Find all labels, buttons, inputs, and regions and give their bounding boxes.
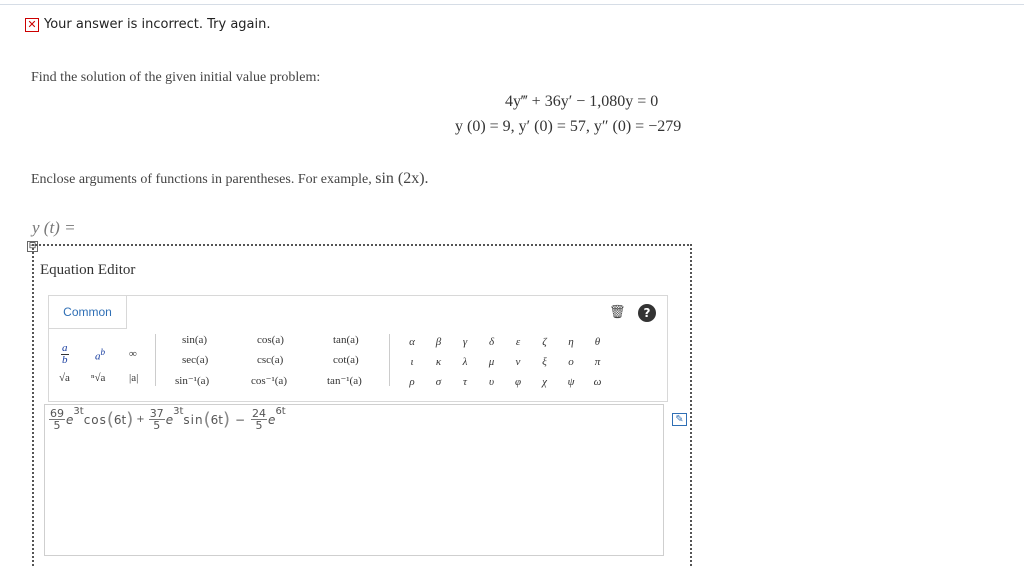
power-button[interactable]: ab bbox=[95, 347, 105, 363]
term2-function: sin bbox=[183, 412, 204, 427]
sin-button[interactable]: sin(a) bbox=[182, 334, 207, 346]
greek-letter-button[interactable]: γ bbox=[457, 336, 473, 348]
greek-letter-button[interactable]: η bbox=[563, 336, 579, 348]
greek-letter-button[interactable]: ψ bbox=[563, 376, 579, 388]
fraction-button[interactable]: ab bbox=[61, 343, 69, 366]
equation-editor: Equation Editor Common 🗑 ? ab ab ∞ √a ⁿ√… bbox=[32, 244, 692, 566]
tan-button[interactable]: tan(a) bbox=[333, 334, 359, 346]
format-note: Enclose arguments of functions in parent… bbox=[31, 170, 429, 188]
greek-letter-button[interactable]: α bbox=[404, 336, 420, 348]
help-icon[interactable]: ? bbox=[638, 304, 656, 322]
format-note-example: sin (2x). bbox=[375, 170, 429, 187]
greek-letter-button[interactable]: ι bbox=[404, 356, 420, 368]
status-text: Your answer is incorrect. Try again. bbox=[44, 17, 271, 32]
greek-letter-button[interactable]: ρ bbox=[404, 376, 420, 388]
paren-close: ) bbox=[222, 409, 230, 430]
term2-argument: 6t bbox=[210, 412, 223, 427]
term1-denominator: 5 bbox=[53, 419, 61, 432]
trash-icon[interactable]: 🗑 bbox=[609, 305, 626, 321]
palette-divider bbox=[389, 334, 390, 386]
paren-open: ( bbox=[203, 409, 211, 430]
nth-root-button[interactable]: ⁿ√a bbox=[91, 372, 105, 384]
fraction-denominator: b bbox=[62, 354, 68, 366]
minus-operator: − bbox=[234, 412, 246, 427]
square-root-button[interactable]: √a bbox=[59, 372, 70, 384]
greek-letter-button[interactable]: ε bbox=[510, 336, 526, 348]
term1-e: e bbox=[66, 412, 74, 427]
initial-conditions: y (0) = 9, y′ (0) = 57, y″ (0) = −279 bbox=[455, 118, 682, 135]
absolute-value-button[interactable]: |a| bbox=[129, 372, 138, 384]
greek-letter-button[interactable]: χ bbox=[537, 376, 553, 388]
greek-letter-button[interactable]: ο bbox=[563, 356, 579, 368]
greek-letter-button[interactable]: ξ bbox=[537, 356, 553, 368]
paren-close: ) bbox=[126, 409, 134, 430]
greek-letter-button[interactable]: ζ bbox=[537, 336, 553, 348]
greek-letter-button[interactable]: π bbox=[590, 356, 606, 368]
infinity-button[interactable]: ∞ bbox=[129, 348, 137, 360]
greek-letter-button[interactable]: φ bbox=[510, 376, 526, 388]
cos-button[interactable]: cos(a) bbox=[257, 334, 284, 346]
answer-input[interactable]: 69 5 e 3t cos(6t) + 37 5 e 3t sin(6t) − 24 5 … bbox=[44, 404, 664, 556]
problem-instruction: Find the solution of the given initial v… bbox=[31, 70, 321, 85]
term3-exponent: 6t bbox=[275, 406, 286, 417]
symbol-palette: Common 🗑 ? ab ab ∞ √a ⁿ√a |a| sin(a) cos… bbox=[48, 295, 668, 402]
tab-common[interactable]: Common bbox=[49, 296, 127, 329]
differential-equation: 4y‴ + 36y′ − 1,080y = 0 bbox=[505, 93, 659, 110]
term1-exponent: 3t bbox=[73, 406, 84, 417]
paren-open: ( bbox=[106, 409, 114, 430]
x-icon: ✕ bbox=[25, 17, 39, 32]
term1-argument: 6t bbox=[113, 412, 127, 427]
greek-letter-button[interactable]: δ bbox=[484, 336, 500, 348]
greek-letter-button[interactable]: μ bbox=[484, 356, 500, 368]
greek-letter-button[interactable]: ν bbox=[510, 356, 526, 368]
answer-expression: 69 5 e 3t cos(6t) + 37 5 e 3t sin(6t) − 24 5 … bbox=[48, 406, 286, 432]
greek-letter-button[interactable]: σ bbox=[431, 376, 447, 388]
plus-operator: + bbox=[136, 414, 145, 425]
term2-e: e bbox=[165, 412, 174, 427]
answer-label: y (t) = bbox=[32, 218, 76, 237]
greek-letter-button[interactable]: θ bbox=[590, 336, 606, 348]
status-message: ✕ Your answer is incorrect. Try again. bbox=[25, 17, 271, 32]
term2-exponent: 3t bbox=[173, 406, 184, 417]
greek-letter-button[interactable]: κ bbox=[431, 356, 447, 368]
arctan-button[interactable]: tan⁻¹(a) bbox=[327, 374, 362, 387]
term2-denominator: 5 bbox=[153, 419, 161, 432]
greek-letter-button[interactable]: τ bbox=[457, 376, 473, 388]
greek-letter-button[interactable]: λ bbox=[457, 356, 473, 368]
equation-editor-title: Equation Editor bbox=[40, 262, 136, 278]
greek-letter-button[interactable]: υ bbox=[484, 376, 500, 388]
greek-letter-button[interactable]: β bbox=[431, 336, 447, 348]
cot-button[interactable]: cot(a) bbox=[333, 354, 359, 366]
power-exponent: b bbox=[100, 347, 106, 357]
edit-icon[interactable]: ✎ bbox=[672, 413, 687, 426]
sec-button[interactable]: sec(a) bbox=[182, 354, 208, 366]
csc-button[interactable]: csc(a) bbox=[257, 354, 283, 366]
top-divider bbox=[0, 4, 1024, 5]
greek-letter-button[interactable]: ω bbox=[590, 376, 606, 388]
arcsin-button[interactable]: sin⁻¹(a) bbox=[175, 374, 209, 387]
format-note-text: Enclose arguments of functions in parent… bbox=[31, 172, 372, 187]
arccos-button[interactable]: cos⁻¹(a) bbox=[251, 374, 287, 387]
term1-function: cos bbox=[83, 412, 107, 427]
palette-divider bbox=[155, 334, 156, 386]
term3-denominator: 5 bbox=[255, 419, 263, 432]
term3-e: e bbox=[268, 412, 276, 427]
